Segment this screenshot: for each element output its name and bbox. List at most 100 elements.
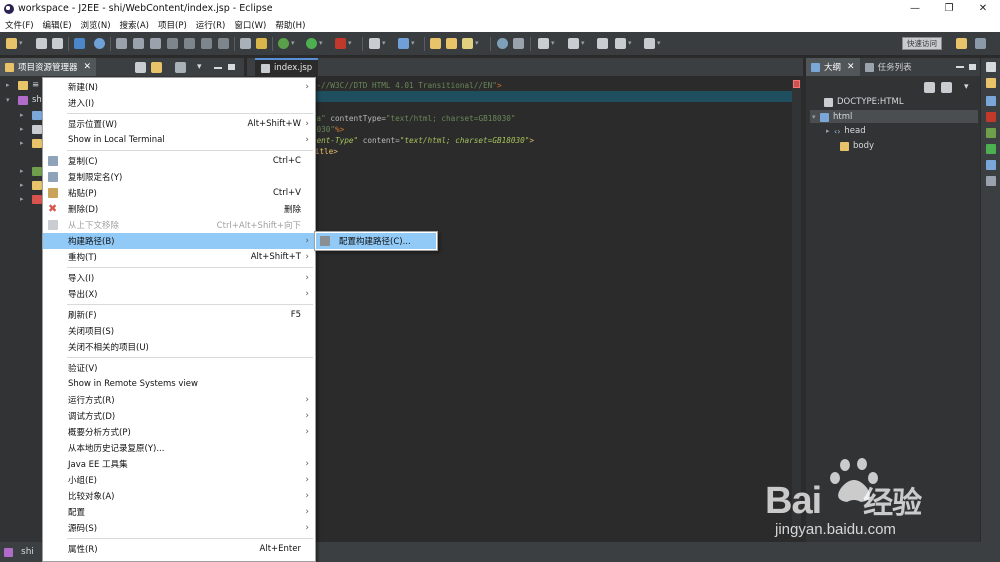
expand-icon[interactable]: ▸ — [20, 167, 28, 175]
terminal-icon[interactable] — [74, 38, 85, 49]
servers-view-icon[interactable] — [986, 78, 996, 88]
tree-node[interactable]: ▸ — [20, 108, 42, 122]
maximize-icon[interactable] — [228, 64, 235, 70]
tab-index-jsp[interactable]: index.jsp — [255, 58, 319, 76]
tab-project-explorer[interactable]: 项目资源管理器 ✕ — [0, 58, 97, 76]
suspend-icon[interactable] — [133, 38, 144, 49]
outline-item-body[interactable]: body — [840, 139, 874, 153]
expand-icon[interactable]: ▸ — [6, 81, 14, 89]
next-annotation-dropdown-icon[interactable]: ▾ — [551, 39, 555, 47]
data-source-view-icon[interactable] — [986, 160, 996, 170]
toggle-mark-icon[interactable] — [513, 38, 524, 49]
context-menu-item[interactable]: 运行方式(R) › — [43, 392, 315, 408]
forward-icon[interactable] — [644, 38, 655, 49]
menu-window[interactable]: 窗口(W) — [234, 19, 266, 31]
snippets-view-icon[interactable] — [986, 128, 996, 138]
context-menu-item[interactable]: 配置 › — [43, 504, 315, 520]
outline-item-html[interactable]: ▾ html — [812, 110, 852, 124]
context-menu-item[interactable]: 复制(C) Ctrl+C — [43, 153, 315, 169]
context-menu-item[interactable]: 重构(T) Alt+Shift+T › — [43, 249, 315, 265]
terminate-icon[interactable] — [150, 38, 161, 49]
tree-node[interactable]: ▸ — [20, 178, 42, 192]
minimize-icon[interactable] — [956, 66, 964, 68]
outline-item-doctype[interactable]: DOCTYPE:HTML — [824, 95, 904, 109]
error-marker-icon[interactable] — [793, 80, 800, 88]
context-menu-item[interactable]: 属性(R) Alt+Enter — [43, 541, 315, 557]
resume-icon[interactable] — [116, 38, 127, 49]
new-package-icon[interactable] — [398, 38, 409, 49]
step-return-icon[interactable] — [218, 38, 229, 49]
console-view-icon[interactable] — [986, 144, 996, 154]
collapse-icon[interactable]: ▾ — [812, 113, 820, 121]
context-menu-item[interactable]: 概要分析方式(P) › — [43, 424, 315, 440]
new-package-dropdown-icon[interactable]: ▾ — [411, 39, 415, 47]
tree-node[interactable]: ▸ — [20, 164, 42, 178]
expand-icon[interactable]: ▸ — [826, 127, 834, 135]
open-perspective-icon[interactable] — [956, 38, 967, 49]
run-icon[interactable] — [306, 38, 317, 49]
filter-icon[interactable] — [175, 62, 186, 73]
context-menu-item[interactable]: 调试方式(D) › — [43, 408, 315, 424]
view-menu-icon[interactable]: ▾ — [197, 62, 202, 72]
context-menu-item[interactable]: 新建(N) › — [43, 79, 315, 95]
context-menu-item[interactable]: 导出(X) › — [43, 286, 315, 302]
configure-build-path-item[interactable]: 配置构建路径(C)... — [316, 233, 436, 249]
globe-icon[interactable] — [497, 38, 508, 49]
context-menu-item[interactable]: 源码(S) › — [43, 520, 315, 536]
context-menu-item[interactable]: 比较对象(A) › — [43, 488, 315, 504]
menu-help[interactable]: 帮助(H) — [275, 19, 305, 31]
context-menu-item[interactable]: ✖ 删除(D) 删除 — [43, 201, 315, 217]
minimize-button[interactable]: — — [898, 0, 932, 17]
debug-icon[interactable] — [278, 38, 289, 49]
context-menu-item[interactable]: Show in Remote Systems view — [43, 376, 315, 392]
context-menu-item[interactable]: 显示位置(W) Alt+Shift+W › — [43, 116, 315, 132]
context-menu-item[interactable]: 验证(V) — [43, 360, 315, 376]
run-dropdown-icon[interactable]: ▾ — [319, 39, 323, 47]
use-step-filters-icon[interactable] — [240, 38, 251, 49]
skip-breakpoints-icon[interactable] — [94, 38, 105, 49]
minimize-icon[interactable] — [214, 67, 222, 69]
outline-item-head[interactable]: ▸ ‹› head — [826, 124, 866, 138]
close-button[interactable]: ✕ — [966, 0, 1000, 17]
context-menu-item[interactable]: 关闭不相关的项目(U) — [43, 339, 315, 355]
save-icon[interactable] — [36, 38, 47, 49]
collapse-icon[interactable]: ▾ — [6, 96, 14, 104]
context-menu-item[interactable]: Java EE 工具集 › — [43, 456, 315, 472]
problems-view-icon[interactable] — [986, 112, 996, 122]
close-icon[interactable]: ✕ — [84, 62, 92, 72]
expand-icon[interactable]: ▸ — [20, 139, 28, 147]
expand-icon[interactable]: ▸ — [20, 111, 28, 119]
close-icon[interactable]: ✕ — [847, 62, 855, 72]
tree-node[interactable]: ▸ — [20, 136, 42, 150]
menu-search[interactable]: 搜索(A) — [120, 19, 149, 31]
next-annotation-icon[interactable] — [538, 38, 549, 49]
step-over-icon[interactable] — [201, 38, 212, 49]
debug-dropdown-icon[interactable]: ▾ — [291, 39, 295, 47]
properties-view-icon[interactable] — [986, 96, 996, 106]
collapse-all-icon[interactable] — [135, 62, 146, 73]
menu-navigate[interactable]: 浏览(N) — [81, 19, 111, 31]
menu-edit[interactable]: 编辑(E) — [43, 19, 72, 31]
menu-run[interactable]: 运行(R) — [196, 19, 226, 31]
previous-annotation-icon[interactable] — [568, 38, 579, 49]
last-edit-location-icon[interactable] — [597, 38, 608, 49]
step-into-icon[interactable] — [184, 38, 195, 49]
search-dropdown-icon[interactable]: ▾ — [475, 39, 479, 47]
context-menu-item[interactable]: 导入(I) › — [43, 270, 315, 286]
new-dropdown-icon[interactable]: ▾ — [19, 39, 23, 47]
maximize-icon[interactable] — [969, 64, 976, 70]
previous-annotation-dropdown-icon[interactable]: ▾ — [581, 39, 585, 47]
menu-project[interactable]: 项目(P) — [158, 19, 187, 31]
menu-file[interactable]: 文件(F) — [5, 19, 34, 31]
context-menu-item[interactable]: 进入(I) — [43, 95, 315, 111]
context-menu-item[interactable]: 粘贴(P) Ctrl+V — [43, 185, 315, 201]
expand-icon[interactable]: ▸ — [20, 195, 28, 203]
restore-icon[interactable] — [986, 62, 996, 72]
tab-task-list[interactable]: 任务列表 — [860, 58, 917, 76]
quick-access-field[interactable]: 快速访问 — [902, 37, 942, 50]
context-menu-item[interactable]: 小组(E) › — [43, 472, 315, 488]
link-with-editor-icon[interactable] — [151, 62, 162, 73]
context-menu-item[interactable]: 刷新(F) F5 — [43, 307, 315, 323]
search-icon[interactable] — [462, 38, 473, 49]
context-menu-item[interactable]: 从本地历史记录复原(Y)... — [43, 440, 315, 456]
